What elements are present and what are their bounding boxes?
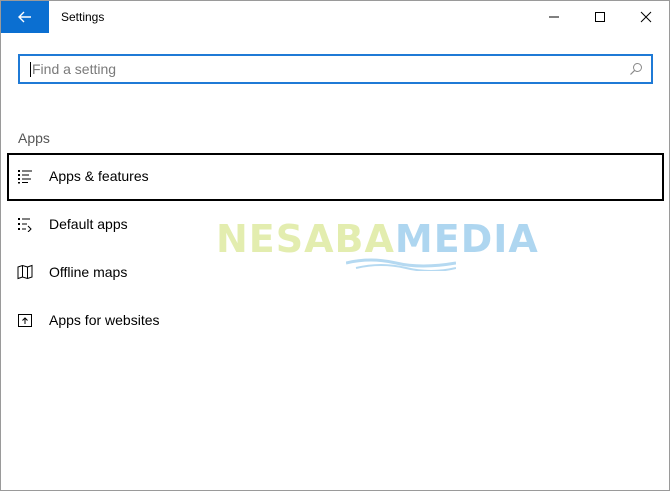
- settings-window: Settings Apps: [0, 0, 670, 491]
- title-bar: Settings: [1, 1, 669, 33]
- maximize-icon: [595, 12, 605, 22]
- minimize-button[interactable]: [531, 1, 577, 33]
- list-item-label: Apps & features: [49, 168, 149, 184]
- window-title: Settings: [61, 10, 105, 24]
- back-button[interactable]: [1, 1, 49, 33]
- list-item-apps-features[interactable]: Apps & features: [7, 153, 664, 201]
- list-item-label: Default apps: [49, 216, 128, 232]
- list-item-offline-maps[interactable]: Offline maps: [7, 249, 664, 297]
- map-icon: [17, 264, 33, 280]
- list-item-default-apps[interactable]: Default apps: [7, 201, 664, 249]
- maximize-button[interactable]: [577, 1, 623, 33]
- list-item-apps-for-websites[interactable]: Apps for websites: [7, 297, 664, 345]
- back-arrow-icon: [18, 11, 31, 23]
- list-item-label: Apps for websites: [49, 312, 160, 328]
- search-box[interactable]: [18, 54, 653, 84]
- minimize-icon: [549, 16, 559, 18]
- close-icon: [640, 11, 652, 23]
- default-apps-icon: [18, 218, 32, 232]
- text-caret: [30, 62, 31, 77]
- list-item-label: Offline maps: [49, 264, 128, 280]
- apps-features-icon: [18, 170, 32, 184]
- close-button[interactable]: [623, 1, 669, 33]
- section-heading: Apps: [18, 130, 50, 146]
- search-input[interactable]: [32, 56, 622, 82]
- open-in-app-icon: [18, 314, 32, 327]
- search-icon[interactable]: [629, 62, 643, 76]
